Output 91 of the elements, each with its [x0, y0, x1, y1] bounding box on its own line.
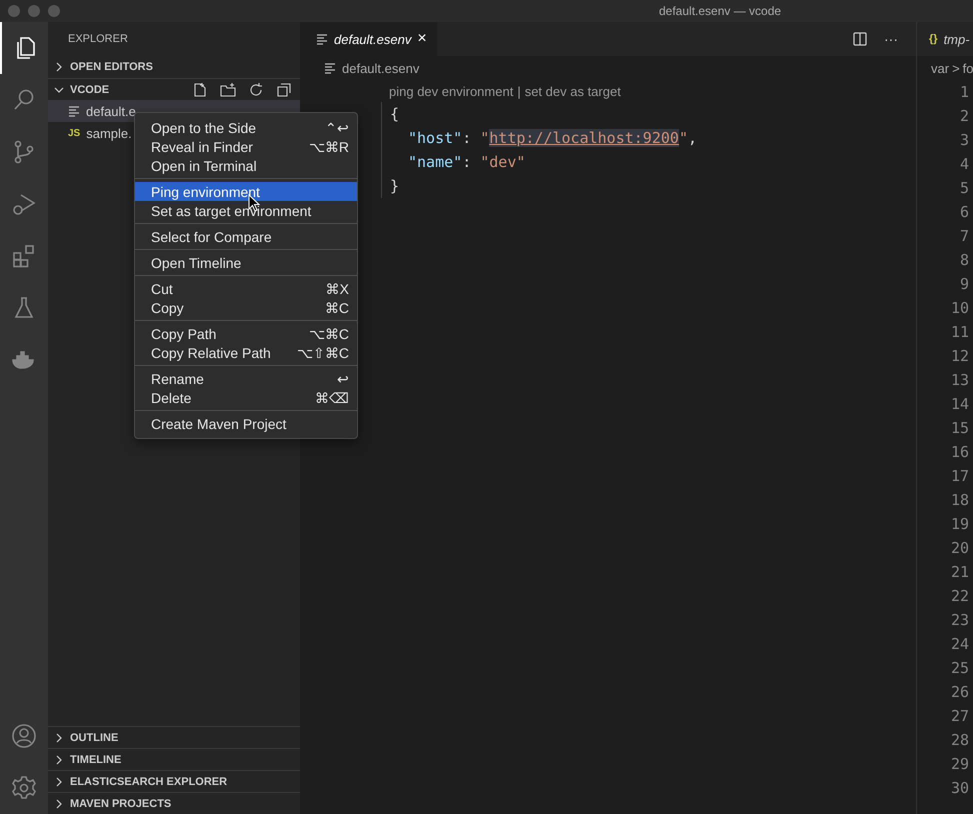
- section-header[interactable]: OPEN EDITORS: [48, 56, 300, 78]
- collapse-all-icon[interactable]: [276, 82, 292, 98]
- line-number: 2: [960, 107, 969, 125]
- chevron-icon: [54, 776, 64, 786]
- menu-item[interactable]: Rename ↩: [135, 369, 357, 388]
- section-header[interactable]: OUTLINE: [48, 726, 300, 748]
- shortcut-label: ⌃↩: [325, 120, 349, 136]
- line-number: 21: [950, 563, 969, 581]
- line-number: 13: [950, 371, 969, 389]
- line-number: 3: [960, 131, 969, 149]
- menu-item[interactable]: Copy ⌘C: [135, 298, 357, 317]
- more-actions-icon[interactable]: ···: [884, 31, 898, 47]
- shortcut-label: ⌘C: [324, 300, 349, 316]
- code-line: {: [390, 104, 400, 125]
- shortcut-label: ↩: [337, 370, 349, 386]
- menu-item[interactable]: Copy Relative Path ⌥⇧⌘C: [135, 343, 357, 362]
- line-number: 6: [960, 203, 969, 221]
- chevron-icon: [54, 798, 64, 808]
- line-number: 22: [950, 587, 969, 605]
- shortcut-label: ⌘⌫: [315, 390, 349, 406]
- code-line: }: [390, 176, 400, 197]
- section-header[interactable]: MAVEN PROJECTS: [48, 792, 300, 814]
- close-icon[interactable]: ×: [417, 30, 427, 48]
- line-number: 1: [960, 83, 969, 101]
- codelens-link[interactable]: set dev as target: [524, 84, 621, 98]
- line-number: 10: [950, 299, 969, 317]
- editor-tab[interactable]: default.esenv ×: [300, 22, 437, 56]
- line-number: 16: [950, 443, 969, 461]
- breadcrumb-separator: >: [952, 60, 960, 76]
- shortcut-label: ⌥⌘C: [308, 326, 349, 342]
- line-number: 15: [950, 419, 969, 437]
- line-number: 18: [950, 491, 969, 509]
- menu-item[interactable]: Reveal in Finder ⌥⌘R: [135, 137, 357, 156]
- new-folder-icon[interactable]: [220, 82, 236, 98]
- minimize-window-button[interactable]: [28, 5, 40, 17]
- chevron-icon: [54, 84, 64, 94]
- section-header[interactable]: TIMELINE: [48, 748, 300, 770]
- line-number: 17: [950, 467, 969, 485]
- menu-item[interactable]: Delete ⌘⌫: [135, 388, 357, 407]
- text-file-icon: [68, 105, 80, 117]
- chevron-icon: [54, 732, 64, 742]
- breadcrumb-item[interactable]: default.esenv: [342, 60, 420, 76]
- codelens-separator: |: [517, 84, 521, 98]
- line-number: 25: [950, 659, 969, 677]
- line-number: 14: [950, 395, 969, 413]
- shortcut-label: ⌘X: [326, 280, 349, 296]
- refresh-icon[interactable]: [248, 82, 264, 98]
- line-number: 23: [950, 611, 969, 629]
- line-number: 4: [960, 155, 969, 173]
- split-editor-icon[interactable]: [852, 31, 868, 47]
- menu-item[interactable]: Cut ⌘X: [135, 279, 357, 298]
- menu-item[interactable]: Select for Compare: [135, 227, 357, 246]
- line-number: 8: [960, 251, 969, 269]
- line-number: 5: [960, 179, 969, 197]
- sidebar-title: EXPLORER: [68, 33, 128, 45]
- line-number: 30: [950, 779, 969, 797]
- shortcut-label: ⌥⇧⌘C: [296, 344, 349, 360]
- menu-item[interactable]: Create Maven Project: [135, 414, 357, 433]
- chevron-icon: [54, 62, 64, 72]
- text-file-icon: [316, 33, 328, 45]
- line-number: 27: [950, 707, 969, 725]
- breadcrumb-item[interactable]: fo: [962, 60, 973, 76]
- line-number: 12: [950, 347, 969, 365]
- maximize-window-button[interactable]: [48, 5, 60, 17]
- line-number: 11: [950, 323, 969, 341]
- json-file-icon: {}: [929, 33, 938, 45]
- window-title: default.esenv — vcode: [659, 4, 782, 18]
- shortcut-label: ⌥⌘R: [308, 138, 349, 154]
- line-number: 7: [960, 227, 969, 245]
- codelens-link[interactable]: ping dev environment: [389, 84, 514, 98]
- line-number: 19: [950, 515, 969, 533]
- line-number: 26: [950, 683, 969, 701]
- js-file-icon: JS: [68, 128, 80, 138]
- menu-item[interactable]: Open in Terminal: [135, 156, 357, 175]
- new-file-icon[interactable]: [192, 82, 208, 98]
- menu-item[interactable]: Set as target environment: [135, 201, 357, 220]
- chevron-icon: [54, 754, 64, 764]
- text-file-icon: [324, 62, 336, 74]
- menu-item[interactable]: Copy Path ⌥⌘C: [135, 324, 357, 343]
- code-line: "name": "dev": [407, 152, 526, 173]
- line-number: 28: [950, 731, 969, 749]
- line-number: 20: [950, 539, 969, 557]
- line-number: 24: [950, 635, 969, 653]
- section-header[interactable]: ELASTICSEARCH EXPLORER: [48, 770, 300, 792]
- menu-item[interactable]: Ping environment: [135, 182, 357, 201]
- line-number: 29: [950, 755, 969, 773]
- breadcrumb-item[interactable]: var: [931, 60, 950, 76]
- editor-tab[interactable]: {} tmp-: [917, 22, 973, 56]
- close-window-button[interactable]: [8, 5, 20, 17]
- menu-item[interactable]: Open Timeline: [135, 253, 357, 272]
- line-number: 9: [960, 275, 969, 293]
